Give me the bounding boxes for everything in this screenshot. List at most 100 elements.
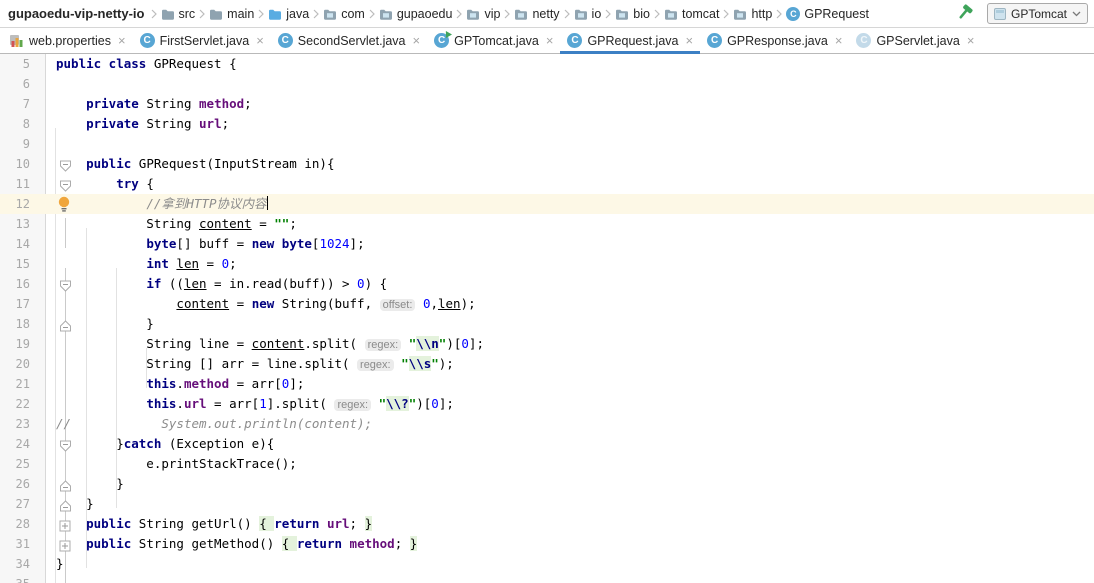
breadcrumb-item-tomcat[interactable]: tomcat [664, 7, 719, 21]
code-line[interactable]: 14 byte[] buff = new byte[1024]; [0, 234, 1094, 254]
package-icon [466, 8, 480, 20]
code-text: this.url = arr[1].split( regex: "\\?")[0… [146, 396, 454, 411]
code-line[interactable]: 27 } [0, 494, 1094, 514]
code-line[interactable]: 24 }catch (Exception e){ [0, 434, 1094, 454]
code-line[interactable]: 28 public String getUrl() { return url; … [0, 514, 1094, 534]
breadcrumb-separator-icon [723, 9, 730, 19]
run-config-label: GPTomcat [1010, 6, 1067, 21]
breadcrumb-separator-icon [313, 9, 320, 19]
code-line[interactable]: 11 try { [0, 174, 1094, 194]
breadcrumb-item-java[interactable]: java [268, 7, 309, 21]
code-line[interactable]: 34} [0, 554, 1094, 574]
code-text: content = new String(buff, offset: 0,len… [176, 296, 476, 311]
code-line[interactable]: 5 public class GPRequest { [0, 54, 1094, 74]
properties-icon [9, 34, 24, 48]
close-icon[interactable]: × [256, 34, 264, 47]
line-number: 28 [15, 517, 30, 531]
code-text: if ((len = in.read(buff)) > 0) { [146, 276, 388, 291]
code-line[interactable]: 12 //拿到HTTP协议内容 [0, 194, 1094, 214]
line-number: 26 [15, 477, 30, 491]
breadcrumb-item-label: netty [532, 6, 560, 21]
line-number: 31 [15, 537, 30, 551]
breadcrumb-item-GPRequest[interactable]: C GPRequest [786, 6, 869, 21]
code-line[interactable]: 21 this.method = arr[0]; [0, 374, 1094, 394]
breadcrumb-bar: gupaoedu-vip-netty-io src main java com gupa… [0, 0, 1094, 28]
code-lines: 5 public class GPRequest { 6 7 private Stri… [0, 54, 1094, 583]
code-line[interactable]: 8 private String url; [0, 114, 1094, 134]
close-icon[interactable]: × [835, 34, 843, 47]
breadcrumb-item-io[interactable]: io [574, 7, 601, 21]
code-line[interactable]: 31 public String getMethod() { return me… [0, 534, 1094, 554]
code-line[interactable]: 26 } [0, 474, 1094, 494]
close-icon[interactable]: × [685, 34, 693, 47]
code-text: byte[] buff = new byte[1024]; [146, 236, 365, 251]
breadcrumb-separator-icon [776, 9, 783, 19]
close-icon[interactable]: × [967, 34, 975, 47]
close-icon[interactable]: × [118, 34, 126, 47]
tab-GPRequest.java[interactable]: C GPRequest.java × [560, 28, 700, 54]
folder-icon [209, 8, 223, 20]
code-line[interactable]: 18 } [0, 314, 1094, 334]
breadcrumb-item-label: java [286, 6, 310, 21]
tab-SecondServlet.java[interactable]: C SecondServlet.java × [271, 28, 427, 53]
breadcrumb-project[interactable]: gupaoedu-vip-netty-io [8, 6, 145, 21]
class-icon: C [567, 33, 583, 48]
breadcrumb-separator-icon [605, 9, 612, 19]
code-line[interactable]: 15 int len = 0; [0, 254, 1094, 274]
toolbar: GPTomcat [955, 3, 1088, 25]
code-text: //拿到HTTP协议内容 [146, 196, 269, 211]
tab-GPServlet.java[interactable]: C GPServlet.java × [849, 28, 981, 53]
tab-web.properties[interactable]: web.properties × [2, 28, 133, 53]
line-number: 22 [15, 397, 30, 411]
package-icon [664, 8, 678, 20]
line-number: 13 [15, 217, 30, 231]
line-number: 11 [15, 177, 30, 191]
line-number: 27 [15, 497, 30, 511]
code-line[interactable]: 23 // System.out.println(content); [0, 414, 1094, 434]
code-line[interactable]: 6 [0, 74, 1094, 94]
code-line[interactable]: 25 e.printStackTrace(); [0, 454, 1094, 474]
package-icon [574, 8, 588, 20]
chevron-down-icon [1072, 11, 1081, 16]
line-number: 6 [22, 77, 30, 91]
code-line[interactable]: 19 String line = content.split( regex: "… [0, 334, 1094, 354]
breadcrumb-item-com[interactable]: com [323, 7, 365, 21]
code-line[interactable]: 9 [0, 134, 1094, 154]
code-line[interactable]: 13 String content = ""; [0, 214, 1094, 234]
breadcrumb-separator-icon [504, 9, 511, 19]
code-line[interactable]: 17 content = new String(buff, offset: 0,… [0, 294, 1094, 314]
tab-GPResponse.java[interactable]: C GPResponse.java × [700, 28, 849, 53]
breadcrumb-separator-icon [456, 9, 463, 19]
code-line[interactable]: 10 public GPRequest(InputStream in){ [0, 154, 1094, 174]
code-line[interactable]: 35 [0, 574, 1094, 583]
line-number: 34 [15, 557, 30, 571]
code-text: }catch (Exception e){ [56, 436, 275, 451]
code-line[interactable]: 7 private String method; [0, 94, 1094, 114]
tab-GPTomcat.java[interactable]: C GPTomcat.java × [427, 28, 560, 53]
breadcrumb-item-gupaoedu[interactable]: gupaoedu [379, 7, 452, 21]
breadcrumb-item-bio[interactable]: bio [615, 7, 650, 21]
code-line[interactable]: 22 this.url = arr[1].split( regex: "\\?"… [0, 394, 1094, 414]
tab-label: web.properties [29, 33, 111, 48]
code-text: String line = content.split( regex: "\\n… [56, 336, 484, 351]
breadcrumb-item-src[interactable]: src [161, 7, 195, 21]
breadcrumb-item-http[interactable]: http [733, 7, 772, 21]
breadcrumb-item-vip[interactable]: vip [466, 7, 500, 21]
code-line[interactable]: 16 if ((len = in.read(buff)) > 0) { [0, 274, 1094, 294]
build-hammer-icon[interactable] [955, 3, 975, 25]
package-icon [615, 8, 629, 20]
line-number: 24 [15, 437, 30, 451]
close-icon[interactable]: × [413, 34, 421, 47]
breadcrumb-item-label: bio [633, 6, 650, 21]
class-abstract-icon: C [856, 33, 872, 48]
breadcrumb-item-label: http [751, 6, 773, 21]
breadcrumb-separator-icon [654, 9, 660, 19]
breadcrumb-item-main[interactable]: main [209, 7, 254, 21]
code-editor[interactable]: 5 public class GPRequest { 6 7 private Stri… [0, 54, 1094, 583]
tab-FirstServlet.java[interactable]: C FirstServlet.java × [133, 28, 271, 53]
code-line[interactable]: 20 String [] arr = line.split( regex: "\… [0, 354, 1094, 374]
run-configuration-select[interactable]: GPTomcat [986, 3, 1088, 24]
breadcrumb-item-netty[interactable]: netty [514, 6, 560, 21]
close-icon[interactable]: × [546, 34, 554, 47]
code-text: int len = 0; [146, 256, 237, 271]
